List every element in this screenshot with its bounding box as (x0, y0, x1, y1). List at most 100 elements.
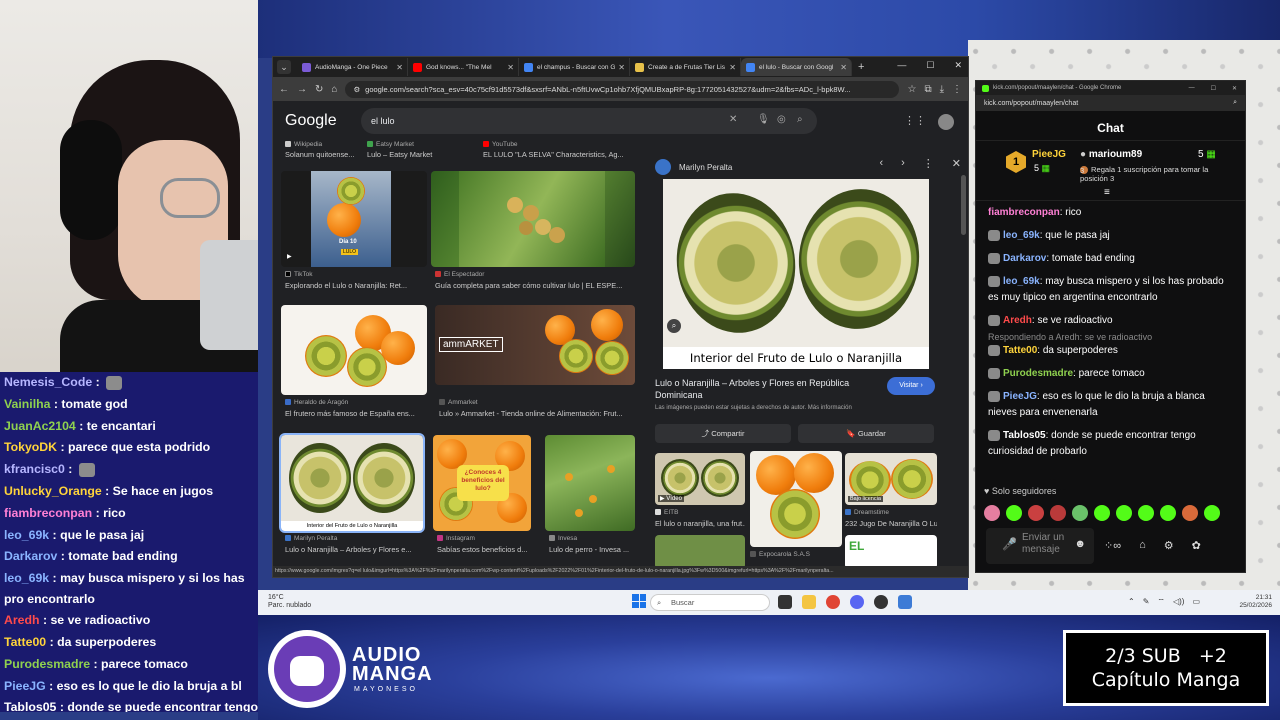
result-caption[interactable]: Lulo o Naranjilla – Arboles y Flores e..… (285, 545, 423, 554)
browser-tab[interactable]: God knows... "The Mel ✕ (408, 58, 519, 76)
task-view-icon[interactable] (778, 595, 792, 609)
share-button[interactable]: ⤴ Compartir (655, 424, 791, 443)
expand-icon[interactable]: ≡ (1104, 187, 1110, 198)
result-caption[interactable]: Explorando el Lulo o Naranjilla: Ret... (285, 281, 425, 290)
emoji-icon[interactable]: ☻ (1074, 538, 1086, 550)
related-image[interactable]: ▶ Vídeo (655, 453, 745, 505)
clock[interactable]: 21:31 25/02/2026 (1239, 594, 1272, 610)
close-panel-icon[interactable]: ✕ (952, 157, 961, 170)
emote[interactable] (1028, 505, 1044, 521)
close-icon[interactable]: ✕ (954, 60, 962, 71)
emote[interactable] (1204, 505, 1220, 521)
taskbar-search[interactable]: ⌕ Buscar (650, 594, 770, 611)
related-caption[interactable]: El lulo o naranjilla, una frut... (655, 519, 745, 528)
chat-username[interactable]: Darkarov (1003, 253, 1046, 264)
mic-icon[interactable]: 🎤 (1002, 538, 1017, 550)
leader-name[interactable]: PieeJG (1032, 149, 1066, 160)
tab-close-icon[interactable]: ✕ (396, 63, 403, 72)
lens-search-icon[interactable]: ⌕ (667, 319, 681, 333)
emote[interactable] (1072, 505, 1088, 521)
emote[interactable] (984, 505, 1000, 521)
more-options-icon[interactable]: ⋮ (923, 157, 934, 170)
related-image[interactable] (655, 535, 745, 569)
settings-icon[interactable]: ⚙ (1164, 539, 1174, 552)
extensions-icon[interactable]: ⧉ (924, 84, 931, 95)
chrome-taskbar-icon[interactable] (826, 595, 840, 609)
store-icon[interactable]: ⌂ (1139, 539, 1146, 552)
result-image[interactable]: ¿Conoces 4 beneficios del lulo? (433, 435, 531, 531)
tray-chevron-icon[interactable]: ⌃ (1128, 597, 1135, 607)
maximize-icon[interactable]: ☐ (1211, 85, 1216, 92)
avatar[interactable] (938, 114, 954, 130)
result-caption[interactable]: Sabías estos beneficios d... (437, 545, 533, 554)
result-caption[interactable]: El frutero más famoso de España ens... (285, 409, 425, 418)
next-icon[interactable]: › (901, 157, 905, 170)
minimize-icon[interactable]: — (1189, 85, 1195, 92)
result-image-selected[interactable]: Interior del Fruto de Lulo o Naranjilla (279, 433, 425, 533)
result-image[interactable] (281, 305, 427, 395)
chat-address-bar[interactable]: kick.com/popout/maaylen/chat ⌕ (976, 95, 1245, 111)
related-image[interactable]: EL (845, 535, 937, 569)
browser-tab[interactable]: el champus - Buscar con G ✕ (519, 58, 630, 76)
gift-icon[interactable]: ✿ (1192, 539, 1201, 552)
preview-image[interactable]: ⌕ Interior del Fruto de Lulo o Naranjill… (663, 179, 929, 369)
emote[interactable] (1160, 505, 1176, 521)
back-icon[interactable]: ← (279, 84, 289, 95)
chat-username[interactable]: Purodesmadre (1003, 368, 1073, 379)
search-input[interactable]: el lulo ✕ 🎙 ◎ ⌕ (361, 108, 817, 134)
result-caption[interactable]: EL LULO "LA SELVA" Characteristics, Ag..… (483, 150, 633, 159)
result-image[interactable]: ammARKET (435, 305, 635, 385)
clear-icon[interactable]: ✕ (729, 114, 737, 125)
bookmark-star-icon[interactable]: ☆ (907, 84, 916, 95)
battery-icon[interactable]: ▭ (1192, 597, 1200, 607)
obs-icon[interactable] (874, 595, 888, 609)
emote[interactable] (1116, 505, 1132, 521)
address-bar[interactable]: ⚙ google.com/search?sca_esv=40c75cf91d55… (345, 80, 900, 98)
result-caption[interactable]: Lulo de perro - Invesa ... (549, 545, 637, 554)
tray-icon[interactable]: ✎ (1143, 597, 1150, 607)
volume-icon[interactable]: ◁)) (1173, 597, 1184, 607)
emote[interactable] (1006, 505, 1022, 521)
chat-message-input[interactable]: 🎤 Enviar un mensaje ☻ (986, 528, 1094, 564)
browser-tab[interactable]: Create a de Frutas Tier Lis ✕ (630, 58, 741, 76)
emote[interactable] (1050, 505, 1066, 521)
panel-heading[interactable]: Lulo o Naranjilla – Arboles y Flores en … (655, 377, 875, 401)
maximize-icon[interactable]: ☐ (926, 60, 934, 71)
result-image[interactable] (545, 435, 635, 531)
result-image[interactable] (431, 171, 635, 267)
discord-icon[interactable] (850, 595, 864, 609)
tab-close-icon[interactable]: ✕ (618, 63, 625, 72)
lens-icon[interactable]: ◎ (777, 114, 786, 125)
result-image[interactable]: Día 10 LULO ▶ (281, 171, 427, 267)
zoom-icon[interactable]: ⌕ (1233, 99, 1237, 107)
apps-grid-icon[interactable]: ⋮⋮ (904, 114, 926, 130)
chat-username[interactable]: Tatte00 (1003, 345, 1037, 356)
tab-close-icon[interactable]: ✕ (729, 63, 736, 72)
chat-username[interactable]: leo_69k (1003, 230, 1040, 241)
tab-search-button[interactable]: ⌄ (277, 60, 291, 74)
chat-username[interactable]: leo_69k (1003, 276, 1040, 287)
app-icon[interactable] (898, 595, 912, 609)
leader2-name[interactable]: ● marioum89 (1080, 149, 1142, 160)
save-button[interactable]: 🔖 Guardar (798, 424, 934, 443)
menu-icon[interactable]: ⋮ (952, 84, 962, 95)
related-image[interactable]: Bajo licencia (845, 453, 937, 505)
wifi-icon[interactable]: ⌔ (1157, 597, 1165, 607)
tab-close-icon[interactable]: ✕ (507, 63, 514, 72)
result-caption[interactable]: Guía completa para saber cómo cultivar l… (435, 281, 635, 290)
browser-tab[interactable]: el lulo - Buscar con Googl ✕ (741, 58, 852, 76)
minimize-icon[interactable]: — (897, 60, 906, 71)
result-caption[interactable]: Lulo – Eatsy Market (367, 150, 477, 159)
weather-widget[interactable]: 16°C Parc. nublado (268, 594, 311, 610)
home-icon[interactable]: ⌂ (331, 84, 337, 95)
download-icon[interactable]: ⤓ (940, 84, 944, 95)
chat-username[interactable]: PieeJG (1003, 391, 1037, 402)
start-button[interactable] (632, 594, 646, 608)
forward-icon[interactable]: → (297, 84, 307, 95)
visit-button[interactable]: Visitar › (887, 377, 935, 395)
google-logo[interactable]: Google (285, 112, 361, 130)
voice-search-icon[interactable]: 🎙 (757, 114, 770, 125)
site-info-icon[interactable]: ⚙ (353, 85, 360, 94)
browser-tab[interactable]: AudioManga - One Piece ✕ (297, 58, 408, 76)
panel-site-name[interactable]: Marilyn Peralta (679, 163, 732, 172)
